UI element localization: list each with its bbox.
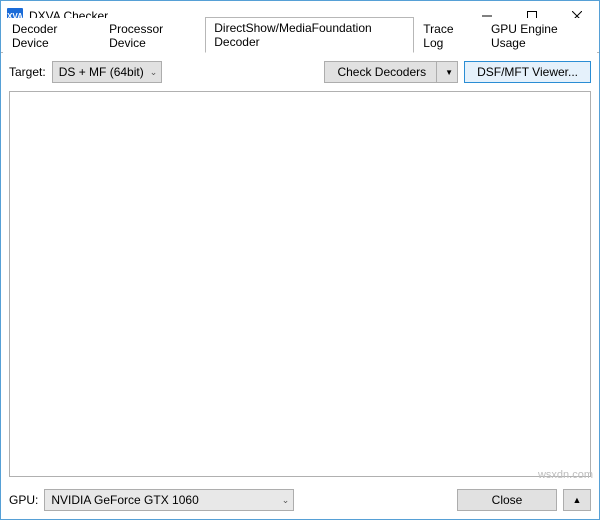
close-button[interactable]: Close (457, 489, 557, 511)
target-label: Target: (9, 65, 46, 79)
tab-processor-device[interactable]: Processor Device (100, 18, 205, 53)
target-combo-value: DS + MF (64bit) (59, 65, 144, 79)
gpu-combo[interactable]: NVIDIA GeForce GTX 1060 ⌄ (44, 489, 294, 511)
tab-directshow-decoder[interactable]: DirectShow/MediaFoundation Decoder (205, 17, 414, 53)
check-decoders-label: Check Decoders (337, 65, 426, 79)
toolbar: Target: DS + MF (64bit) ⌄ Check Decoders… (1, 53, 599, 91)
tab-trace-log[interactable]: Trace Log (414, 18, 482, 53)
target-combo[interactable]: DS + MF (64bit) ⌄ (52, 61, 163, 83)
gpu-combo-value: NVIDIA GeForce GTX 1060 (51, 493, 198, 507)
decoder-list-area[interactable] (9, 91, 591, 477)
expand-up-button[interactable]: ▲ (563, 489, 591, 511)
triangle-up-icon: ▲ (573, 495, 582, 505)
tab-decoder-device[interactable]: Decoder Device (3, 18, 100, 53)
tab-gpu-engine-usage[interactable]: GPU Engine Usage (482, 18, 597, 53)
chevron-down-icon: ⌄ (150, 67, 158, 78)
app-window: XVA DXVA Checker Decoder Device Processo… (0, 0, 600, 520)
gpu-label: GPU: (9, 493, 38, 507)
close-button-label: Close (492, 493, 523, 507)
dropdown-arrow-icon[interactable]: ▼ (436, 62, 453, 82)
check-decoders-button[interactable]: Check Decoders ▼ (324, 61, 458, 83)
tab-strip: Decoder Device Processor Device DirectSh… (1, 31, 599, 53)
chevron-down-icon: ⌄ (282, 495, 290, 506)
dsf-mft-viewer-button[interactable]: DSF/MFT Viewer... (464, 61, 591, 83)
dsf-mft-viewer-label: DSF/MFT Viewer... (477, 65, 578, 79)
footer: GPU: NVIDIA GeForce GTX 1060 ⌄ Close ▲ (1, 483, 599, 519)
